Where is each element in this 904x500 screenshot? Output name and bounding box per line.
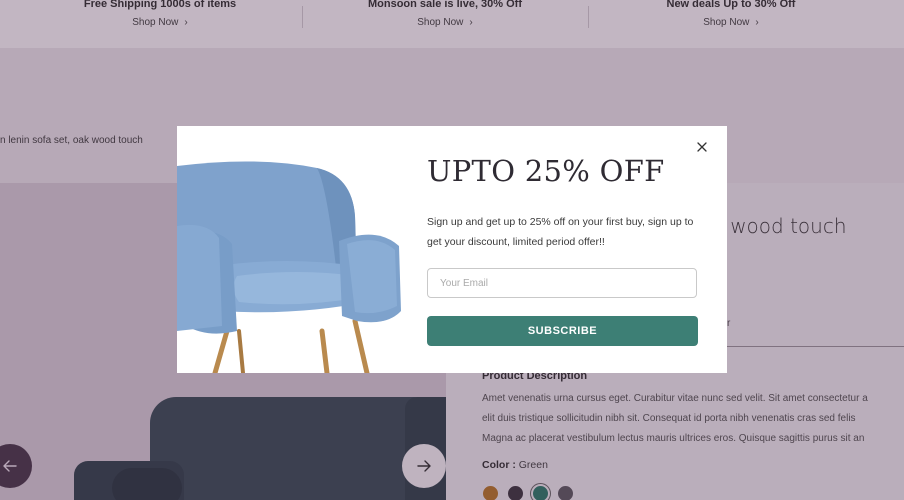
email-input[interactable] (427, 268, 697, 298)
armchair-image (177, 126, 403, 373)
subscribe-button[interactable]: SUBSCRIBE (427, 316, 698, 346)
close-icon (697, 142, 707, 152)
modal-headline: UPTO 25% OFF (427, 154, 665, 188)
close-modal-button[interactable] (693, 138, 711, 156)
newsletter-modal: UPTO 25% OFF Sign up and get up to 25% o… (177, 126, 727, 373)
armchair-illustration (177, 161, 401, 373)
modal-description: Sign up and get up to 25% off on your fi… (427, 216, 694, 248)
